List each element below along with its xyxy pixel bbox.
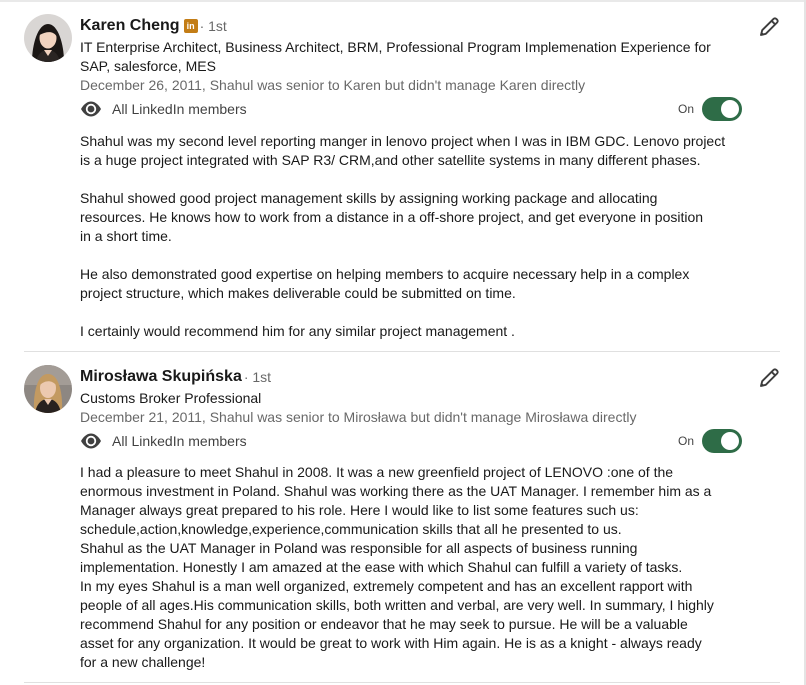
paragraph: Shahul showed good project management sk… [80, 189, 750, 246]
visibility-row: All LinkedIn members On [80, 429, 760, 453]
pencil-icon[interactable] [758, 16, 780, 38]
name-line: Mirosława Skupińska · 1st [80, 365, 760, 389]
text-line: resources. He knows how to work from a d… [80, 209, 704, 225]
text-line: is a huge project integrated with SAP R3… [80, 152, 701, 168]
pencil-icon[interactable] [758, 367, 780, 389]
text-line: in a short time. [80, 228, 172, 244]
show-recommendation-toggle[interactable] [702, 429, 743, 453]
paragraph: Shahul was my second level reporting man… [80, 132, 750, 170]
visibility-row: All LinkedIn members On [80, 97, 760, 121]
recommender-name[interactable]: Mirosława Skupińska [80, 368, 242, 386]
text-line: I had a pleasure to meet Shahul in 2008.… [80, 464, 674, 480]
text-line: asset for any organization. It would be … [80, 635, 702, 651]
text-line: schedule,action,knowledge,experience,com… [80, 521, 622, 537]
visibility-toggle-group: On [678, 429, 743, 453]
headline-line: IT Enterprise Architect, Business Archit… [80, 39, 711, 55]
headline-line: SAP, salesforce, MES [80, 58, 216, 74]
paragraph: I had a pleasure to meet Shahul in 2008.… [80, 463, 750, 672]
show-recommendation-toggle[interactable] [702, 97, 743, 121]
toggle-state-label: On [678, 434, 695, 448]
text-line: In my eyes Shahul is a man well organize… [80, 578, 693, 594]
text-line: He also demonstrated good expertise on h… [80, 266, 690, 282]
text-line: Shahul showed good project management sk… [80, 190, 658, 206]
text-line: people of all ages.His communication ski… [80, 597, 714, 613]
text-line: Shahul was my second level reporting man… [80, 133, 726, 149]
recommender-headline: IT Enterprise Architect, Business Archit… [80, 38, 760, 76]
recommendation-header: Karen Cheng in · 1st IT Enterprise Archi… [80, 14, 760, 121]
visibility-label[interactable]: All LinkedIn members [112, 100, 247, 119]
paragraph: He also demonstrated good expertise on h… [80, 265, 750, 303]
paragraph: I certainly would recommend him for any … [80, 322, 750, 341]
avatar[interactable] [24, 14, 72, 62]
headline-line: Customs Broker Professional [80, 390, 262, 406]
eye-icon [81, 101, 101, 117]
recommendation-header: Mirosława Skupińska · 1st Customs Broker… [80, 365, 760, 453]
visibility-toggle-group: On [678, 97, 743, 121]
recommender-headline: Customs Broker Professional [80, 389, 760, 408]
recommender-name[interactable]: Karen Cheng [80, 17, 180, 35]
text-line: enormous investment in Poland. Shahul wa… [80, 483, 712, 499]
connection-degree: · 1st [199, 18, 227, 34]
recommendation-date: December 21, 2011, Shahul was senior to … [80, 409, 637, 425]
eye-icon [81, 433, 101, 449]
connection-degree: · 1st [243, 369, 272, 385]
text-line: I certainly would recommend him for any … [80, 323, 515, 339]
text-line: for a new challenge! [80, 654, 206, 670]
avatar[interactable] [24, 365, 72, 413]
visibility-label[interactable]: All LinkedIn members [112, 432, 247, 451]
toggle-knob [721, 100, 740, 118]
toggle-knob [721, 432, 740, 450]
linkedin-badge-text: in [186, 21, 195, 31]
text-line: Shahul as the UAT Manager in Poland was … [80, 540, 638, 556]
top-border [0, 0, 806, 2]
name-line: Karen Cheng in · 1st [80, 14, 760, 38]
divider [24, 351, 780, 352]
recommendation-text: I had a pleasure to meet Shahul in 2008.… [80, 463, 750, 672]
linkedin-premium-icon: in [183, 19, 198, 33]
recommendation-text: Shahul was my second level reporting man… [80, 132, 750, 341]
recommendation-date: December 26, 2011, Shahul was senior to … [80, 77, 586, 93]
text-line: Manager always great prepared to his rol… [80, 502, 639, 518]
text-line: recommend Shahul for any position or end… [80, 616, 688, 632]
toggle-state-label: On [678, 102, 695, 116]
divider [24, 682, 780, 683]
text-line: project structure, which makes deliverab… [80, 285, 516, 301]
text-line: implementation. Honestly I am amazed at … [80, 559, 683, 575]
